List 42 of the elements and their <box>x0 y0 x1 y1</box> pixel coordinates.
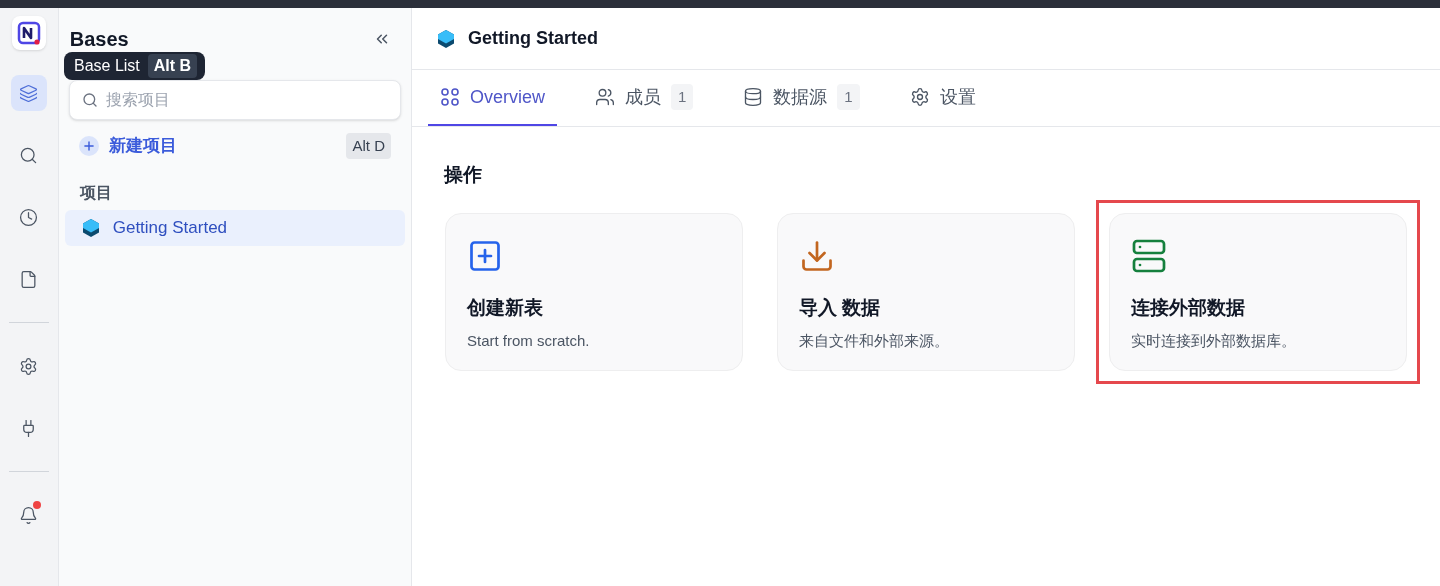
cube-icon <box>80 218 101 238</box>
search-field[interactable]: 搜索项目 <box>68 80 401 120</box>
tab[interactable]: 数据源 1 <box>731 70 872 126</box>
count-badge: 1 <box>671 83 694 111</box>
action-card[interactable]: 连接外部数据 实时连接到外部数据库。 <box>1109 212 1407 371</box>
tab[interactable]: 设置 <box>897 70 988 126</box>
action-card[interactable]: 创建新表 Start from scratch. <box>445 212 743 371</box>
count-badge: 1 <box>837 83 860 111</box>
grid-circles-icon <box>440 87 460 107</box>
plus-icon <box>78 136 99 156</box>
clock-icon <box>19 207 39 227</box>
project-item[interactable]: Getting Started <box>64 210 405 246</box>
search-input[interactable]: 搜索项目 <box>105 88 388 112</box>
shortcut-badge: Alt D <box>346 132 391 160</box>
bell-icon <box>19 505 39 525</box>
app-logo[interactable] <box>11 16 46 50</box>
search-icon <box>19 145 39 165</box>
card-title: 连接外部数据 <box>1131 295 1245 320</box>
users-icon <box>595 87 615 107</box>
tab[interactable]: Overview <box>428 70 557 126</box>
tooltip-text: Base List <box>74 56 140 76</box>
database-icon <box>743 87 764 107</box>
card-subtitle: 实时连接到外部数据库。 <box>1131 331 1296 351</box>
tab[interactable]: 成员 1 <box>583 70 706 126</box>
action-card[interactable]: 导入 数据 来自文件和外部来源。 <box>777 212 1075 371</box>
section-label: 项目 <box>78 183 113 203</box>
rail-button[interactable] <box>10 75 47 111</box>
sidebar-title: Bases <box>69 27 129 52</box>
layers-icon <box>19 83 39 103</box>
shortcut-badge: Alt B <box>147 54 198 78</box>
settings-icon <box>909 87 930 107</box>
search-icon <box>81 92 98 108</box>
card-subtitle: Start from scratch. <box>467 331 590 351</box>
server-icon <box>1131 237 1167 274</box>
section-heading: 操作 <box>444 163 483 187</box>
settings-icon <box>19 356 39 376</box>
card-subtitle: 来自文件和外部来源。 <box>799 331 949 351</box>
card-title: 创建新表 <box>467 295 543 320</box>
card-title: 导入 数据 <box>799 295 881 320</box>
cube-icon <box>436 28 456 49</box>
new-project-button[interactable]: 新建项目 <box>78 133 177 159</box>
page-title: Getting Started <box>468 27 598 50</box>
